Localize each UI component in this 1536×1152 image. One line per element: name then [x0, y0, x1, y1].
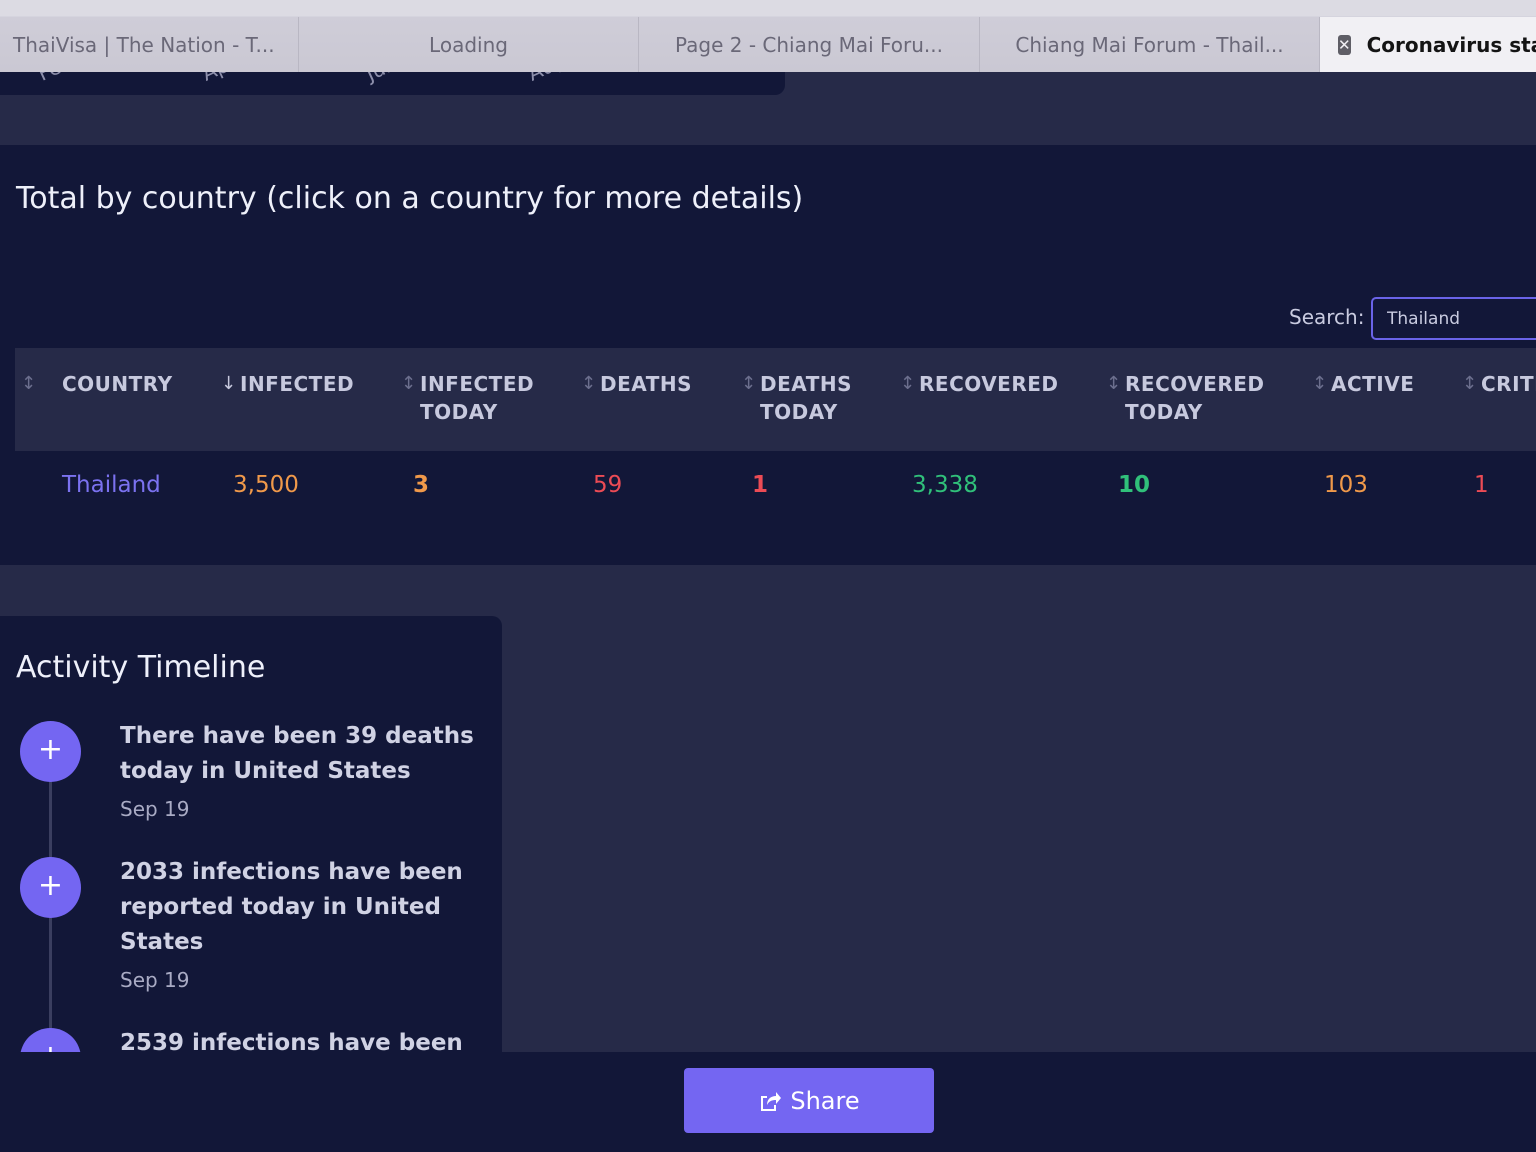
column-header-country[interactable]: COUNTRY: [62, 370, 173, 398]
sort-icon[interactable]: ↕: [1312, 370, 1327, 398]
share-button[interactable]: Share: [684, 1068, 934, 1133]
active-value: 103: [1324, 472, 1368, 498]
footer: Share: [0, 1052, 1536, 1152]
chart-remnant: Feb 2 Apr 2 Jun 2 Aug 2: [0, 72, 785, 95]
tab-title: Page 2 - Chiang Mai Foru...: [674, 32, 944, 57]
recovered-value: 3,338: [912, 472, 978, 498]
timeline-item-date: Sep 19: [120, 968, 190, 992]
plus-icon[interactable]: +: [20, 1028, 81, 1052]
infected-today-value: 3: [413, 472, 430, 498]
column-header-deaths[interactable]: DEATHS: [600, 370, 692, 398]
search-input[interactable]: [1371, 297, 1536, 340]
column-header-infected-today[interactable]: INFECTED TODAY: [420, 370, 534, 426]
tab-title: Coronavirus stat: [1366, 32, 1536, 57]
column-header-active[interactable]: ACTIVE: [1331, 370, 1414, 398]
search-label: Search:: [1289, 305, 1365, 329]
tab-chiang-mai-forum[interactable]: Chiang Mai Forum - Thail...: [980, 17, 1320, 72]
tab-title: Chiang Mai Forum - Thail...: [1015, 32, 1284, 57]
column-header-deaths-today[interactable]: DEATHS TODAY: [760, 370, 852, 426]
timeline-title: Activity Timeline: [16, 650, 266, 685]
recovered-today-value: 10: [1118, 472, 1151, 498]
share-icon: [761, 1091, 782, 1111]
timeline-item-text: 2539 infections have been: [120, 1030, 463, 1052]
timeline-item-text: There have been 39 deaths today in Unite…: [120, 723, 474, 784]
plus-icon[interactable]: +: [20, 721, 81, 782]
share-label: Share: [790, 1086, 860, 1115]
plus-icon[interactable]: +: [20, 857, 81, 918]
sort-icon[interactable]: ↕: [900, 370, 915, 398]
tab-coronavirus-stats[interactable]: ✕ Coronavirus stat: [1320, 17, 1536, 72]
critical-value: 1: [1474, 472, 1489, 498]
column-header-recovered[interactable]: RECOVERED: [919, 370, 1059, 398]
card-title: Total by country (click on a country for…: [16, 181, 804, 216]
sort-icon[interactable]: ↕: [21, 370, 36, 398]
close-tab-icon[interactable]: ✕: [1338, 34, 1351, 55]
sort-icon[interactable]: ↕: [1106, 370, 1121, 398]
x-axis-tick-label: Jun 2: [362, 72, 418, 86]
sort-desc-icon[interactable]: ↓: [221, 370, 236, 398]
sort-icon[interactable]: ↕: [401, 370, 416, 398]
browser-tab-bar: ThaiVisa | The Nation - T... Loading Pag…: [0, 0, 1536, 72]
sort-icon[interactable]: ↕: [581, 370, 596, 398]
column-header-critical[interactable]: CRITI: [1481, 370, 1536, 398]
tab-title: ThaiVisa | The Nation - T...: [13, 32, 275, 57]
x-axis-tick-label: Feb 2: [34, 72, 94, 86]
infected-value: 3,500: [233, 472, 299, 498]
column-header-infected[interactable]: INFECTED: [240, 370, 354, 398]
sort-icon[interactable]: ↕: [741, 370, 756, 398]
timeline-item-date: Sep 19: [120, 797, 190, 821]
tab-loading[interactable]: Loading: [299, 17, 639, 72]
table-header: ↕ ↓ COUNTRY INFECTED ↕ INFECTED TODAY ↕ D…: [15, 348, 1536, 451]
x-axis-tick-label: Aug 2: [524, 72, 587, 86]
country-link[interactable]: Thailand: [62, 472, 161, 498]
timeline-item-text: 2033 infections have been reported today…: [120, 859, 463, 955]
tab-chiang-mai-forum-page-2[interactable]: Page 2 - Chiang Mai Foru...: [639, 17, 980, 72]
sort-icon[interactable]: ↕: [1462, 370, 1477, 398]
column-header-recovered-today[interactable]: RECOVERED TODAY: [1125, 370, 1265, 426]
deaths-value: 59: [593, 472, 623, 498]
country-table-card: Total by country (click on a country for…: [0, 145, 1536, 565]
x-axis-tick-label: Apr 2: [198, 72, 257, 86]
tab-thaivisa[interactable]: ThaiVisa | The Nation - T...: [0, 17, 299, 72]
activity-timeline-card: Activity Timeline + There have been 39 d…: [0, 616, 502, 1052]
tab-title: Loading: [429, 32, 508, 57]
deaths-today-value: 1: [752, 472, 769, 498]
